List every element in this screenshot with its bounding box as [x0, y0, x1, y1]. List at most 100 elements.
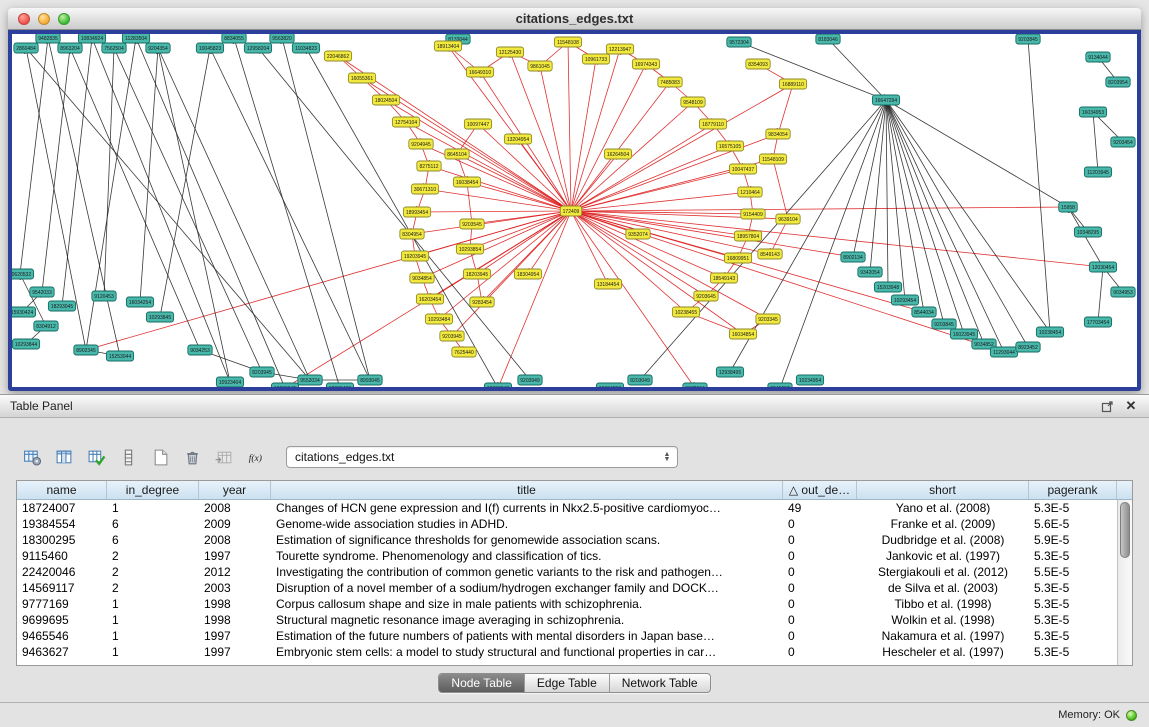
graph-node[interactable]: 16575105 [716, 141, 743, 151]
graph-node[interactable]: 17703454 [1084, 317, 1111, 327]
graph-node[interactable]: 9154409 [741, 209, 765, 219]
close-panel-icon[interactable]: ✕ [1123, 398, 1139, 414]
graph-node[interactable]: 9203545 [460, 219, 484, 229]
graph-node[interactable]: 8275112 [417, 161, 441, 171]
graph-node[interactable]: 18549143 [710, 273, 737, 283]
graph-node[interactable]: 172409 [560, 206, 581, 216]
graph-node[interactable]: 16034953 [1079, 107, 1106, 117]
graph-node[interactable]: 10047437 [729, 164, 756, 174]
graph-node[interactable]: 12213947 [606, 44, 633, 54]
zoom-window-button[interactable] [58, 13, 70, 25]
graph-node[interactable]: 9352074 [626, 229, 650, 239]
graph-node[interactable]: 30671310 [411, 184, 438, 194]
graph-node[interactable]: 10293454 [891, 295, 918, 305]
graph-node[interactable]: 9834054 [766, 129, 790, 139]
graph-node[interactable]: 9542033 [30, 287, 54, 297]
graph-node[interactable]: 8923452 [1016, 342, 1040, 352]
graph-node[interactable]: 8549143 [758, 249, 782, 259]
graph-node[interactable]: 16264504 [604, 149, 631, 159]
graph-node[interactable]: 16203945 [271, 383, 298, 387]
graph-node[interactable]: 9552034 [298, 375, 322, 385]
graph-node[interactable]: 18957804 [734, 231, 761, 241]
graph-node[interactable]: 9203845 [1016, 34, 1040, 44]
graph-node[interactable]: 9034854 [410, 273, 434, 283]
graph-node[interactable]: 9482835 [36, 34, 60, 43]
table-columns-button[interactable] [50, 444, 78, 470]
graph-node[interactable]: 10293844 [12, 339, 39, 349]
graph-node[interactable]: 9639104 [776, 214, 800, 224]
graph-node[interactable]: 9563820 [270, 34, 294, 43]
graph-node[interactable]: 10293854 [456, 244, 483, 254]
graph-node[interactable]: 9203845 [932, 319, 956, 329]
rows-button[interactable] [114, 444, 142, 470]
graph-node[interactable]: 16889110 [779, 79, 806, 89]
graph-node[interactable]: 10834924 [78, 34, 105, 43]
window-titlebar[interactable]: citations_edges.txt [8, 8, 1141, 30]
graph-node[interactable]: 19203945 [401, 251, 428, 261]
graph-node[interactable]: 9203945 [440, 331, 464, 341]
graph-node[interactable]: 11034823 [292, 43, 319, 53]
graph-node[interactable]: 10961733 [582, 54, 609, 64]
graph-node[interactable]: 8354093 [746, 59, 770, 69]
graph-node[interactable]: 9203645 [694, 291, 718, 301]
graph-node[interactable]: 12030454 [1089, 262, 1116, 272]
tab-edge-table[interactable]: Edge Table [525, 674, 610, 692]
tab-network-table[interactable]: Network Table [610, 674, 710, 692]
table-row[interactable]: 1938455462009Genome-wide association stu… [17, 516, 1132, 532]
graph-node[interactable]: 16034254 [126, 297, 153, 307]
graph-node[interactable]: 11203945 [1084, 167, 1111, 177]
graph-node[interactable]: 7625440 [452, 347, 476, 357]
graph-node[interactable]: 16647294 [872, 95, 899, 105]
graph-node[interactable]: 16034854 [729, 329, 756, 339]
new-document-button[interactable] [146, 444, 174, 470]
table-check-button[interactable] [82, 444, 110, 470]
minimize-window-button[interactable] [38, 13, 50, 25]
graph-node[interactable]: 18024504 [372, 95, 399, 105]
table-row[interactable]: 946362711997Embryonic stem cells: a mode… [17, 644, 1132, 660]
graph-node[interactable]: 12938495 [716, 367, 743, 377]
graph-node[interactable]: 9548109 [681, 97, 705, 107]
graph-node[interactable]: 12754104 [392, 117, 419, 127]
graph-node[interactable]: 8963204 [58, 43, 82, 53]
vertical-scrollbar[interactable] [1117, 500, 1132, 665]
graph-node[interactable]: 8304912 [34, 321, 58, 331]
graph-node[interactable]: 16038454 [453, 177, 480, 187]
scrollbar-thumb[interactable] [1120, 502, 1130, 558]
graph-node[interactable]: 13204954 [504, 134, 531, 144]
graph-node[interactable]: 8993045 [358, 375, 382, 385]
column-header-out_de[interactable]: △ out_de… [783, 481, 857, 499]
graph-node[interactable]: 7562504 [102, 43, 126, 53]
column-header-short[interactable]: short [857, 481, 1029, 499]
graph-node[interactable]: 22046862 [324, 51, 351, 61]
graph-node[interactable]: 9672034 [683, 383, 707, 387]
graph-node[interactable]: 15253044 [106, 351, 133, 361]
graph-node[interactable]: 9034953 [1111, 287, 1135, 297]
table-settings-button[interactable] [18, 444, 46, 470]
import-table-button[interactable] [210, 444, 238, 470]
graph-node[interactable]: 9283454 [470, 297, 494, 307]
graph-node[interactable]: 18203945 [463, 269, 490, 279]
graph-node[interactable]: 9572304 [727, 37, 751, 47]
table-row[interactable]: 977716911998Corpus callosum shape and si… [17, 596, 1132, 612]
graph-node[interactable]: 12030495 [326, 383, 353, 387]
graph-node[interactable]: 11548109 [759, 154, 786, 164]
table-row[interactable]: 911546021997Tourette syndrome. Phenomeno… [17, 548, 1132, 564]
column-header-name[interactable]: name [17, 481, 107, 499]
graph-node[interactable]: 18293045 [48, 301, 75, 311]
graph-node[interactable]: 8544034 [912, 307, 936, 317]
graph-node[interactable]: 11293044 [990, 347, 1017, 357]
graph-node[interactable]: 8902345 [74, 345, 98, 355]
table-row[interactable]: 1830029562008Estimation of significance … [17, 532, 1132, 548]
table-row[interactable]: 946554611997Estimation of the future num… [17, 628, 1132, 644]
graph-node[interactable]: 11283504 [122, 34, 149, 43]
graph-node[interactable]: 10348295 [1074, 227, 1101, 237]
graph-node[interactable]: 9342054 [858, 267, 882, 277]
delete-button[interactable] [178, 444, 206, 470]
graph-node[interactable]: 8203945 [250, 367, 274, 377]
graph-node[interactable]: 8183046 [816, 34, 840, 44]
graph-node[interactable]: 16974343 [632, 59, 659, 69]
graph-node[interactable]: 9203949 [518, 375, 542, 385]
graph-node[interactable]: 9204354 [146, 43, 170, 53]
graph-node[interactable]: 8902134 [841, 252, 865, 262]
network-table-select[interactable]: citations_edges.txt ▲▼ [286, 446, 678, 468]
